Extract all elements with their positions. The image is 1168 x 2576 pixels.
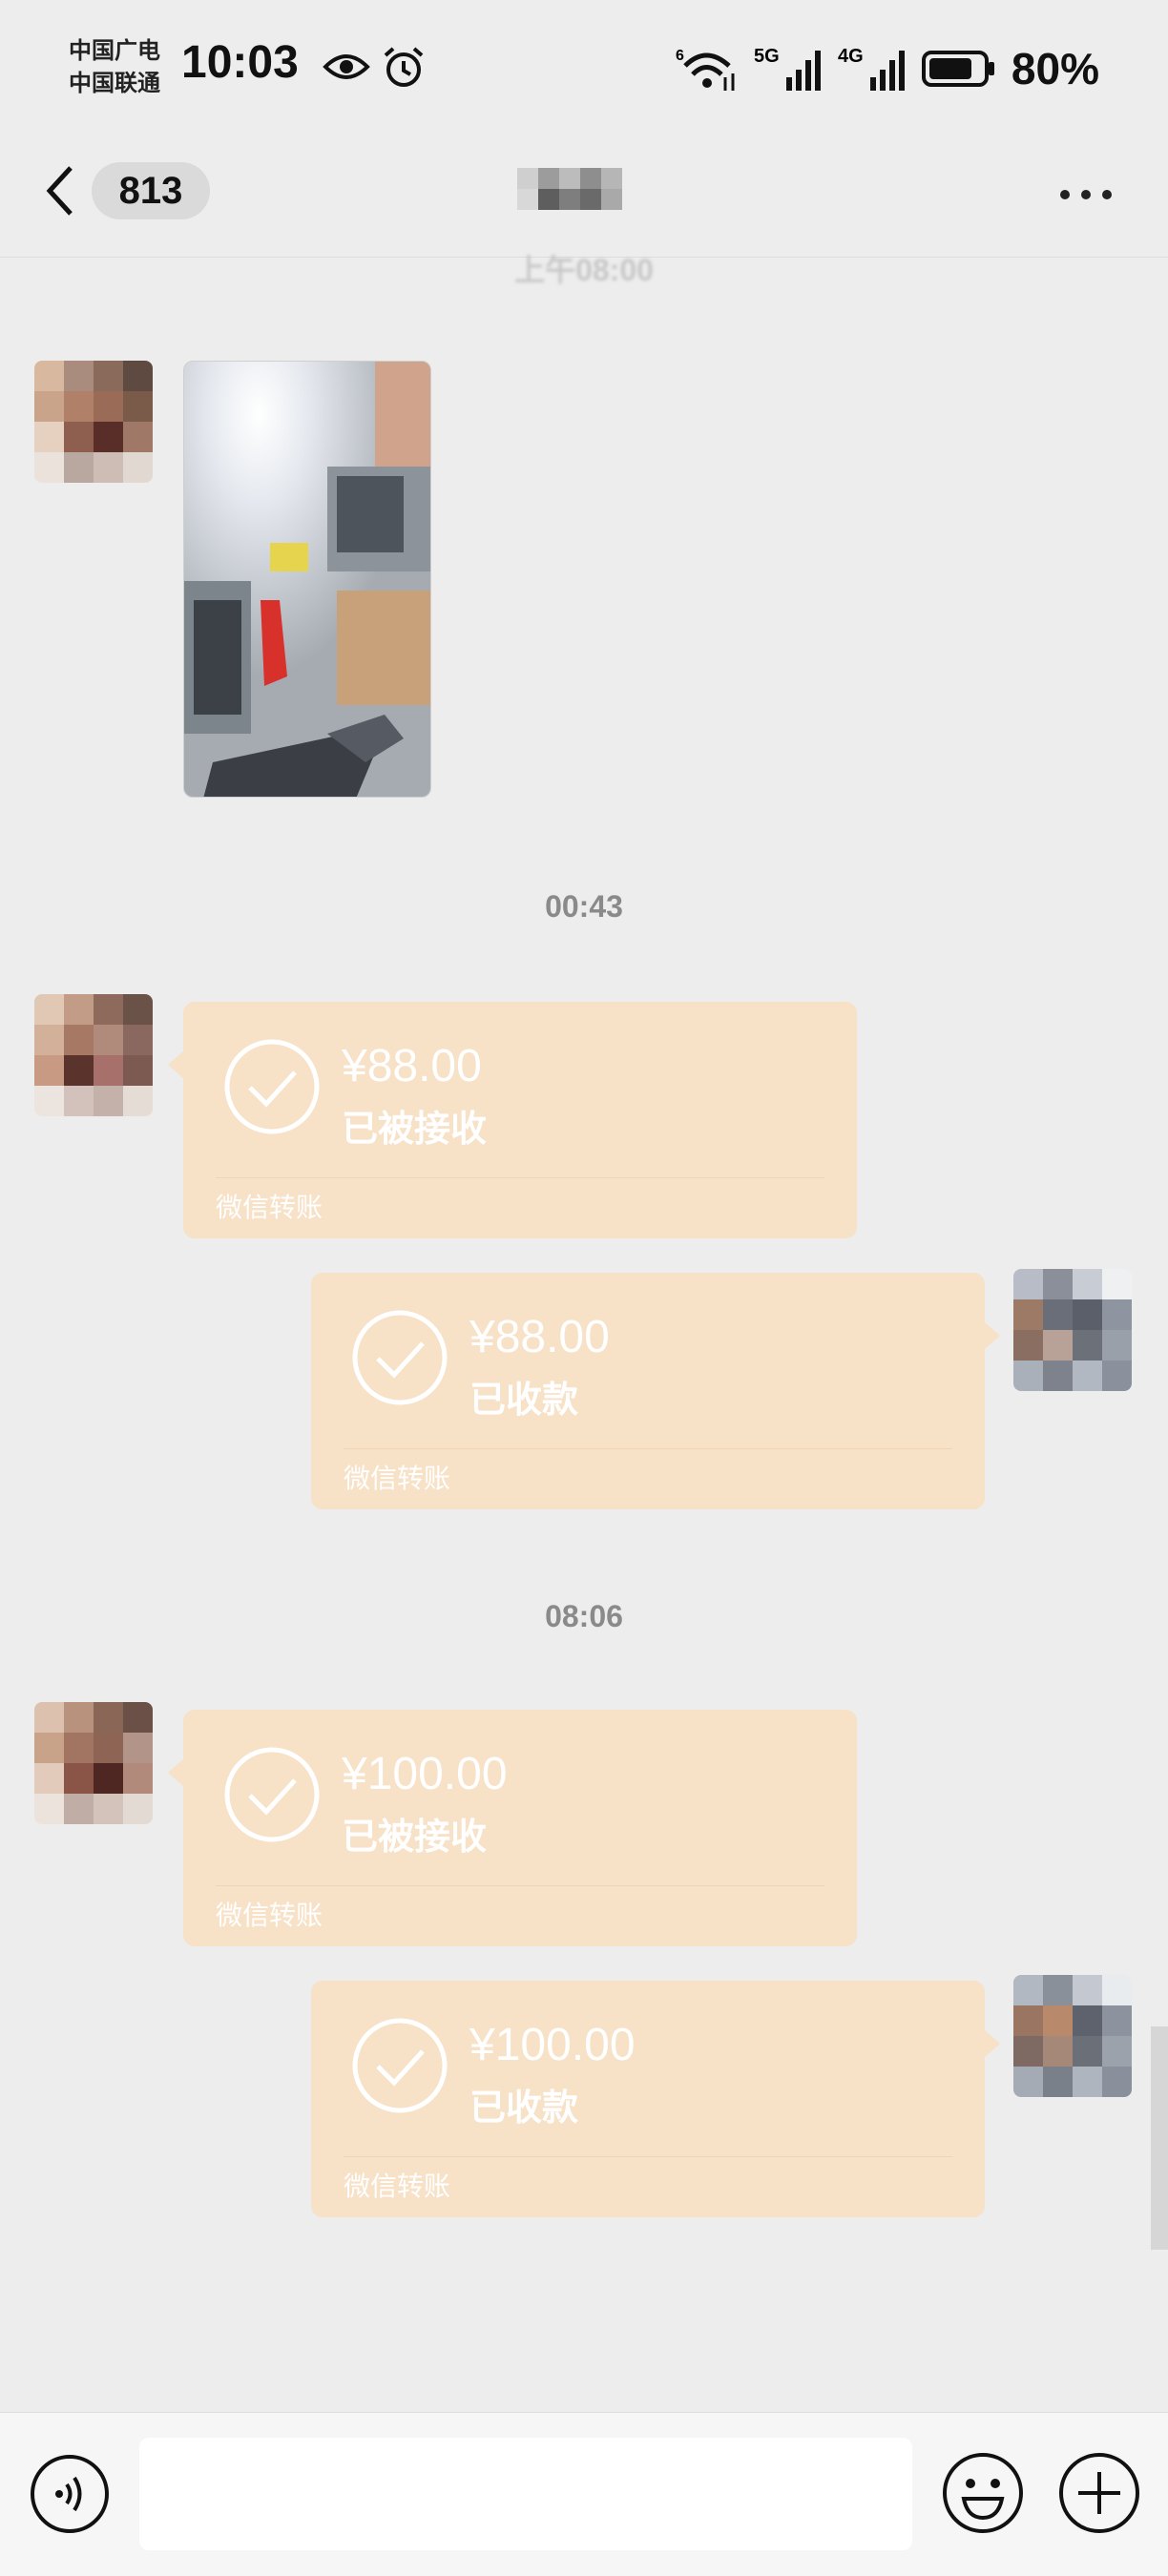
timestamp: 08:06 <box>545 1599 623 1633</box>
voice-icon[interactable] <box>29 2453 111 2535</box>
check-circle-icon <box>224 1747 320 1842</box>
check-circle-icon <box>224 1039 320 1134</box>
transfer-bubble[interactable]: ¥100.00 已收款 微信转账 <box>311 1981 1000 2217</box>
carrier-line-1: 中国广电 <box>69 37 160 64</box>
transfer-status: 已收款 <box>469 1379 579 1421</box>
transfer-amount: ¥100.00 <box>469 2020 636 2070</box>
timestamp: 00:43 <box>545 889 623 924</box>
avatar-pixelated <box>1013 1269 1132 1391</box>
transfer-bubble[interactable]: ¥88.00 已收款 微信转账 <box>311 1273 1000 1509</box>
transfer-label: 微信转账 <box>216 1192 323 1223</box>
avatar-pixelated <box>34 1702 153 1824</box>
eye-icon <box>323 54 370 79</box>
contact-avatar[interactable] <box>34 1702 153 1824</box>
signal-5g-icon: 5G <box>754 46 821 91</box>
divider <box>216 1885 824 1886</box>
photo-message[interactable] <box>183 361 431 798</box>
photo-thumbnail <box>184 362 430 797</box>
avatar-pixelated <box>34 361 153 483</box>
status-bar: 中国广电 中国联通 10:03 6 5G 4G 80% <box>0 0 1168 134</box>
transfer-label: 微信转账 <box>216 1900 323 1931</box>
signal-5g-label: 5G <box>754 46 780 67</box>
transfer-amount: ¥100.00 <box>342 1749 508 1799</box>
transfer-bubble[interactable]: ¥88.00 已被接收 微信转账 <box>168 1002 857 1238</box>
scrollbar-thumb[interactable] <box>1151 2026 1168 2250</box>
emoji-icon[interactable] <box>941 2451 1025 2535</box>
wifi-6-label: 6 <box>676 48 684 64</box>
carrier-label: 中国广电 中国联通 <box>69 34 160 99</box>
more-icon[interactable] <box>1057 187 1115 202</box>
divider <box>344 2156 952 2157</box>
alarm-icon <box>384 47 424 87</box>
signal-4g-icon: 4G <box>838 46 905 91</box>
chat-title-pixelated <box>515 155 637 227</box>
status-indicators: 6 5G 4G 80% <box>676 42 1099 95</box>
contact-avatar[interactable] <box>34 994 153 1116</box>
check-circle-icon <box>352 1310 448 1405</box>
faded-timestamp: 上午08:00 <box>514 253 654 287</box>
battery-percent: 80% <box>1011 44 1099 93</box>
chat-header: 813 <box>0 134 1168 258</box>
input-bar <box>0 2412 1168 2576</box>
signal-4g-label: 4G <box>838 46 864 67</box>
transfer-status: 已被接收 <box>342 1108 488 1150</box>
carrier-line-2: 中国联通 <box>69 70 160 96</box>
back-icon[interactable] <box>38 162 80 219</box>
transfer-status: 已收款 <box>469 2087 579 2129</box>
transfer-bubble[interactable]: ¥100.00 已被接收 微信转账 <box>168 1710 857 1946</box>
self-avatar[interactable] <box>1013 1269 1132 1391</box>
avatar-pixelated <box>1013 1975 1132 2097</box>
check-circle-icon <box>352 2018 448 2113</box>
status-time: 10:03 <box>181 37 299 88</box>
battery-icon <box>921 51 994 87</box>
contact-avatar[interactable] <box>34 361 153 483</box>
plus-icon[interactable] <box>1057 2451 1141 2535</box>
divider <box>216 1177 824 1178</box>
transfer-amount: ¥88.00 <box>342 1041 482 1091</box>
transfer-status: 已被接收 <box>342 1816 488 1858</box>
transfer-label: 微信转账 <box>344 2171 451 2202</box>
self-avatar[interactable] <box>1013 1975 1132 2097</box>
wifi-icon: 6 <box>676 48 735 91</box>
avatar-pixelated <box>34 994 153 1116</box>
transfer-amount: ¥88.00 <box>469 1312 610 1362</box>
message-input[interactable] <box>139 2438 912 2550</box>
transfer-label: 微信转账 <box>344 1463 451 1494</box>
divider <box>344 1448 952 1449</box>
unread-count-badge[interactable]: 813 <box>92 162 210 219</box>
